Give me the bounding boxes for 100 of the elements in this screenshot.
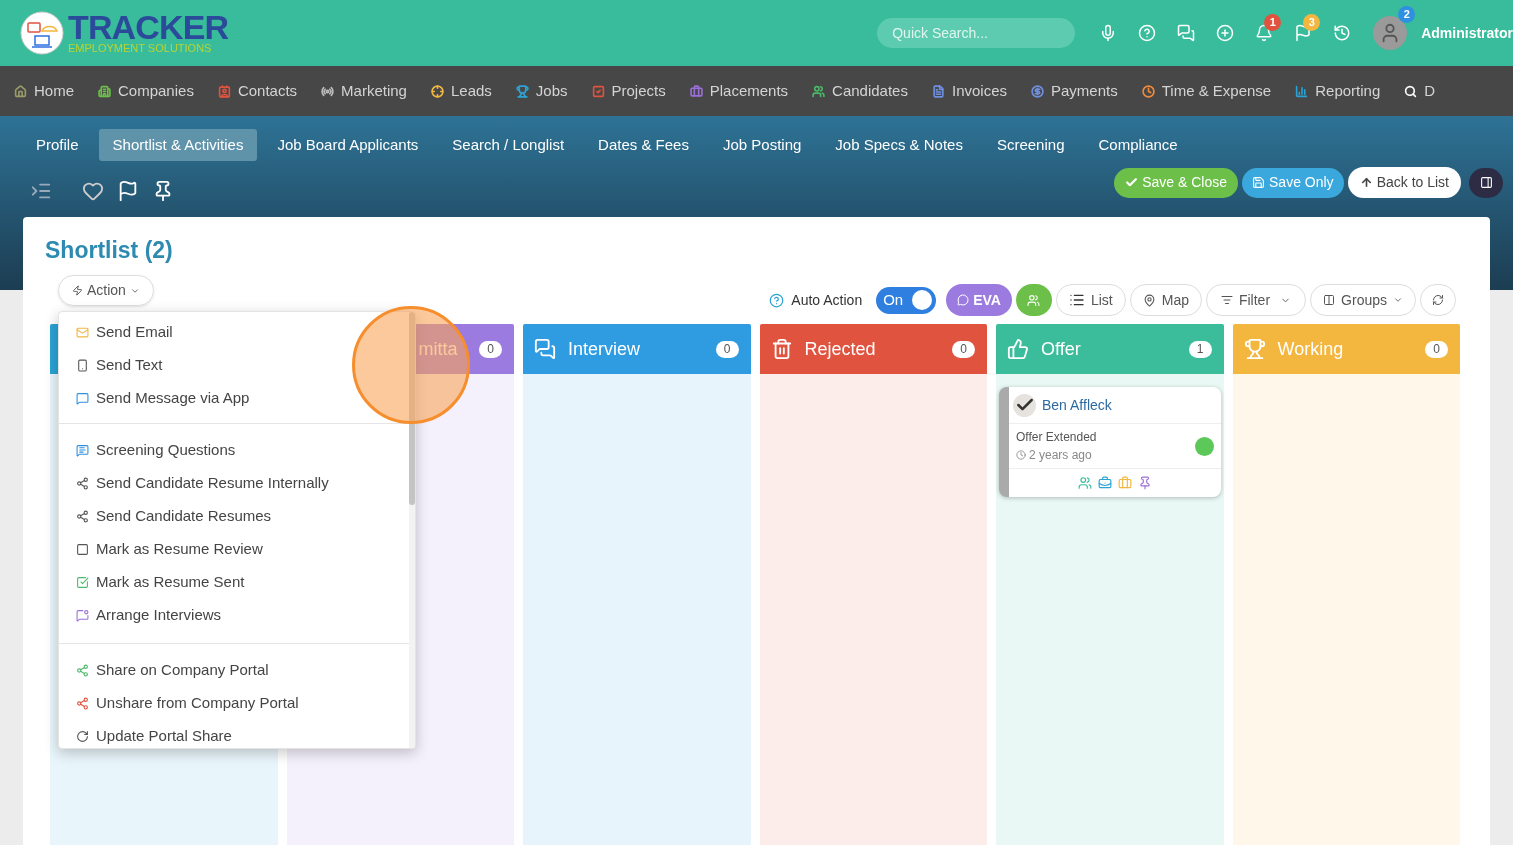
- menu-item[interactable]: Share on Company Portal: [59, 654, 409, 687]
- quick-search-field[interactable]: Quick Search...: [877, 18, 1076, 48]
- clock-icon: [1016, 450, 1026, 460]
- list-button[interactable]: List: [1055, 284, 1126, 316]
- panel-icon: [1479, 176, 1493, 189]
- notification-icon[interactable]: [1255, 24, 1274, 42]
- check-icon: [1125, 176, 1139, 189]
- briefcase-icon[interactable]: [1097, 476, 1112, 490]
- heart-icon[interactable]: [82, 180, 104, 202]
- menu-item[interactable]: Send Email: [59, 316, 409, 349]
- suitcase-icon[interactable]: [1117, 476, 1132, 490]
- nav-link[interactable]: Time & Expense: [1161, 79, 1272, 103]
- tab[interactable]: Shortlist & Activities: [98, 129, 258, 161]
- tab[interactable]: Job Posting: [708, 129, 816, 161]
- menu-item[interactable]: Mark as Resume Review: [59, 533, 409, 566]
- share-icon: [76, 477, 89, 490]
- back-to-list-button[interactable]: Back to List: [1347, 167, 1461, 198]
- mail-icon: [76, 326, 89, 339]
- nav-link[interactable]: Jobs: [535, 79, 568, 103]
- nav-link[interactable]: Projects: [611, 79, 666, 103]
- tab[interactable]: Job Specs & Notes: [821, 129, 977, 161]
- chat-icon[interactable]: [1177, 24, 1196, 42]
- map-pin-icon: [1142, 293, 1156, 307]
- menu-item[interactable]: Send Text: [59, 349, 409, 382]
- brand-name: TRACKER: [68, 12, 229, 42]
- tab[interactable]: Compliance: [1084, 129, 1192, 161]
- nav-link[interactable]: Contacts: [237, 79, 298, 103]
- chevron-down-icon: [1393, 295, 1403, 305]
- column-title: Offer: [1041, 337, 1081, 361]
- count-badge: 0: [952, 340, 975, 358]
- nav-link[interactable]: Reporting: [1315, 79, 1381, 103]
- menu-item[interactable]: Send Candidate Resume Internally: [59, 467, 409, 500]
- tab[interactable]: Screening: [982, 129, 1079, 161]
- tab[interactable]: Dates & Fees: [584, 129, 703, 161]
- share-icon: [76, 664, 89, 677]
- tab[interactable]: Search / Longlist: [438, 129, 579, 161]
- auto-action-label: Auto Action: [791, 290, 863, 310]
- auto-action-toggle[interactable]: On: [876, 286, 937, 314]
- nav-link[interactable]: Candidates: [832, 79, 908, 103]
- nav-link[interactable]: Home: [34, 79, 74, 103]
- history-icon[interactable]: [1333, 24, 1352, 42]
- chat-icon: [76, 392, 89, 405]
- add-icon[interactable]: [1216, 24, 1235, 42]
- tab[interactable]: Job Board Applicants: [263, 129, 433, 161]
- groups-button[interactable]: Groups: [1310, 284, 1416, 316]
- share-icon: [76, 510, 89, 523]
- menu-item[interactable]: Send Message via App: [59, 382, 409, 415]
- menu-item[interactable]: Arrange Interviews: [59, 599, 409, 632]
- candidate-status: Offer Extended: [1016, 429, 1097, 446]
- columns-icon: [1323, 294, 1336, 306]
- tab[interactable]: Profile: [22, 129, 93, 161]
- avatar[interactable]: [1373, 16, 1408, 50]
- thumbs-up-icon: [1007, 338, 1029, 360]
- page-icon: [76, 543, 89, 556]
- menu-item[interactable]: Update Portal Share: [59, 720, 409, 748]
- users-button[interactable]: [1015, 284, 1052, 316]
- count-badge: 0: [479, 340, 502, 358]
- column-title: Interview: [568, 337, 641, 361]
- users-icon: [1027, 293, 1041, 307]
- count-badge: 3: [1303, 14, 1321, 31]
- chat-icon: [957, 294, 970, 306]
- filter-button[interactable]: Filter: [1205, 284, 1307, 316]
- nav-link[interactable]: Placements: [709, 79, 789, 103]
- count-badge: 0: [1425, 340, 1448, 358]
- flag-icon[interactable]: [117, 180, 139, 202]
- candidate-card[interactable]: Ben Affleck Offer Extended 2 years ago: [999, 387, 1221, 497]
- scrollbar-thumb[interactable]: [409, 312, 415, 505]
- filter-icon: [1220, 294, 1233, 306]
- logo-icon: [20, 11, 64, 55]
- nav-link[interactable]: D: [1424, 79, 1436, 103]
- phone-icon: [76, 359, 89, 372]
- menu-item[interactable]: Unshare from Company Portal: [59, 687, 409, 720]
- users-icon[interactable]: [1077, 476, 1092, 490]
- column-title: Working: [1277, 337, 1344, 361]
- candidate-name[interactable]: Ben Affleck: [1042, 394, 1112, 416]
- save-icon: [1252, 176, 1266, 189]
- page-title: Shortlist (2): [45, 236, 174, 264]
- nav-link[interactable]: Companies: [118, 79, 194, 103]
- menu-item[interactable]: Mark as Resume Sent: [59, 566, 409, 599]
- brand-tagline: EMPLOYMENT SOLUTIONS: [68, 42, 213, 54]
- map-button[interactable]: Map: [1129, 284, 1202, 316]
- menu-item[interactable]: Send Candidate Resumes: [59, 500, 409, 533]
- arrow-up-icon: [1359, 176, 1373, 189]
- share-icon: [76, 697, 89, 710]
- chat-icon: [534, 338, 556, 360]
- count-badge: 1: [1264, 14, 1282, 31]
- nav-link[interactable]: Leads: [450, 79, 492, 103]
- pin-icon[interactable]: [1137, 476, 1152, 490]
- help-icon[interactable]: [769, 292, 785, 308]
- nav-link[interactable]: Invoices: [951, 79, 1007, 103]
- time-ago: 2 years ago: [1029, 447, 1092, 464]
- count-badge: 2: [1398, 6, 1416, 23]
- eva-button[interactable]: EVA: [946, 284, 1012, 316]
- nav-link[interactable]: Payments: [1051, 79, 1118, 103]
- menu-item[interactable]: Screening Questions: [59, 434, 409, 467]
- column-title: Rejected: [804, 337, 876, 361]
- refresh-icon: [1432, 294, 1444, 306]
- trash-icon: [770, 338, 793, 360]
- nav-link[interactable]: Marketing: [341, 79, 407, 103]
- trophy-icon: [1243, 338, 1266, 360]
